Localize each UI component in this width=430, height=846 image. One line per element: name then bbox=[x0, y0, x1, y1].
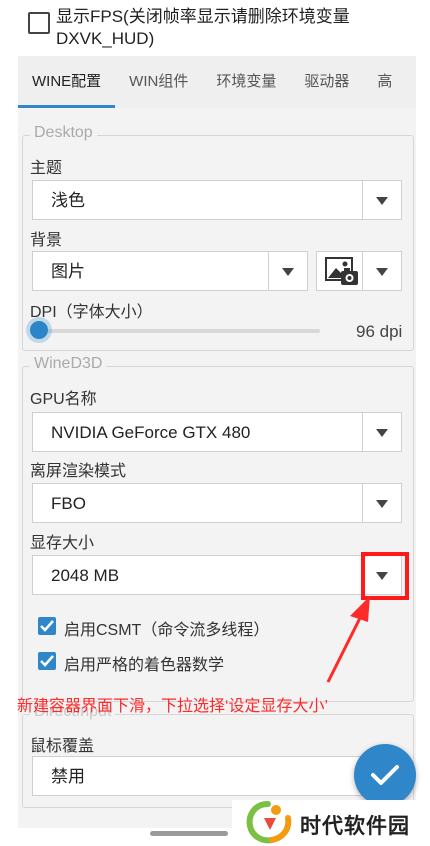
tab-bar: WINE配置 WIN组件 环境变量 驱动器高 bbox=[18, 56, 416, 108]
background-value: 图片 bbox=[51, 262, 85, 281]
tab-wine-config[interactable]: WINE配置 bbox=[18, 56, 116, 108]
annotation-arrow-icon bbox=[326, 596, 370, 683]
dpi-slider-track[interactable] bbox=[36, 329, 320, 333]
strict-shader-math-checkbox[interactable] bbox=[38, 652, 56, 670]
vram-size-label: 显存大小 bbox=[30, 535, 95, 552]
dropdown-arrow-icon bbox=[376, 268, 388, 276]
dpi-slider-thumb[interactable] bbox=[30, 321, 48, 339]
offscreen-mode-select[interactable]: FBO bbox=[32, 483, 402, 523]
check-icon bbox=[40, 655, 54, 667]
background-image-picker[interactable] bbox=[316, 251, 402, 291]
background-dropdown-button[interactable] bbox=[268, 252, 307, 290]
dropdown-arrow-icon bbox=[376, 500, 388, 508]
fps-checkbox-label: 显示FPS(关闭帧率显示请删除环境变量 DXVK_HUD) bbox=[56, 7, 350, 48]
check-icon bbox=[40, 620, 54, 632]
mouse-override-value: 禁用 bbox=[51, 767, 85, 786]
tab-drives[interactable]: 驱动器 bbox=[290, 56, 363, 108]
offscreen-dropdown-button[interactable] bbox=[362, 484, 401, 522]
dpi-label: DPI（字体大小） bbox=[30, 304, 153, 321]
wined3d-section-title: WineD3D bbox=[30, 355, 107, 373]
theme-value: 浅色 bbox=[51, 191, 85, 210]
dropdown-arrow-icon bbox=[376, 429, 388, 437]
dropdown-arrow-icon bbox=[376, 197, 388, 205]
image-icon bbox=[325, 257, 359, 292]
image-picker-dropdown-button[interactable] bbox=[362, 252, 401, 290]
theme-dropdown-button[interactable] bbox=[362, 181, 401, 219]
watermark-text: 时代软件园 bbox=[300, 815, 410, 838]
mouse-override-label: 鼠标覆盖 bbox=[30, 738, 95, 755]
offscreen-mode-value: FBO bbox=[51, 494, 86, 513]
mouse-override-select[interactable]: 禁用 bbox=[32, 756, 402, 796]
gpu-dropdown-button[interactable] bbox=[362, 413, 401, 451]
dpi-value: 96 dpi bbox=[356, 322, 403, 341]
vram-dropdown-highlight bbox=[361, 552, 409, 600]
vram-size-select[interactable]: 2048 MB bbox=[32, 555, 402, 595]
home-indicator bbox=[150, 831, 228, 836]
check-icon bbox=[371, 765, 399, 785]
tab-win-components[interactable]: WIN组件 bbox=[115, 56, 202, 108]
theme-select[interactable]: 浅色 bbox=[32, 180, 402, 220]
watermark-logo-icon bbox=[246, 801, 292, 844]
desktop-section-title: Desktop bbox=[30, 124, 97, 142]
strict-shader-math-label: 启用严格的着色器数学 bbox=[64, 657, 225, 674]
background-select[interactable]: 图片 bbox=[32, 251, 308, 291]
gpu-name-label: GPU名称 bbox=[30, 391, 97, 408]
confirm-fab[interactable] bbox=[354, 744, 416, 806]
theme-label: 主题 bbox=[30, 160, 63, 177]
annotation-text: 新建容器界面下滑，下拉选择‘设定显存大小’ bbox=[17, 698, 329, 715]
tab-advanced[interactable]: 高 bbox=[363, 56, 406, 108]
dropdown-arrow-icon bbox=[282, 268, 294, 276]
fps-checkbox[interactable] bbox=[28, 12, 50, 34]
gpu-name-select[interactable]: NVIDIA GeForce GTX 480 bbox=[32, 412, 402, 452]
tab-env-vars[interactable]: 环境变量 bbox=[202, 56, 290, 108]
background-label: 背景 bbox=[30, 232, 63, 249]
offscreen-mode-label: 离屏渲染模式 bbox=[30, 463, 127, 480]
vram-size-value: 2048 MB bbox=[51, 566, 120, 585]
csmt-checkbox[interactable] bbox=[38, 617, 56, 635]
csmt-label: 启用CSMT（命令流多线程） bbox=[64, 622, 270, 639]
gpu-name-value: NVIDIA GeForce GTX 480 bbox=[51, 423, 251, 442]
